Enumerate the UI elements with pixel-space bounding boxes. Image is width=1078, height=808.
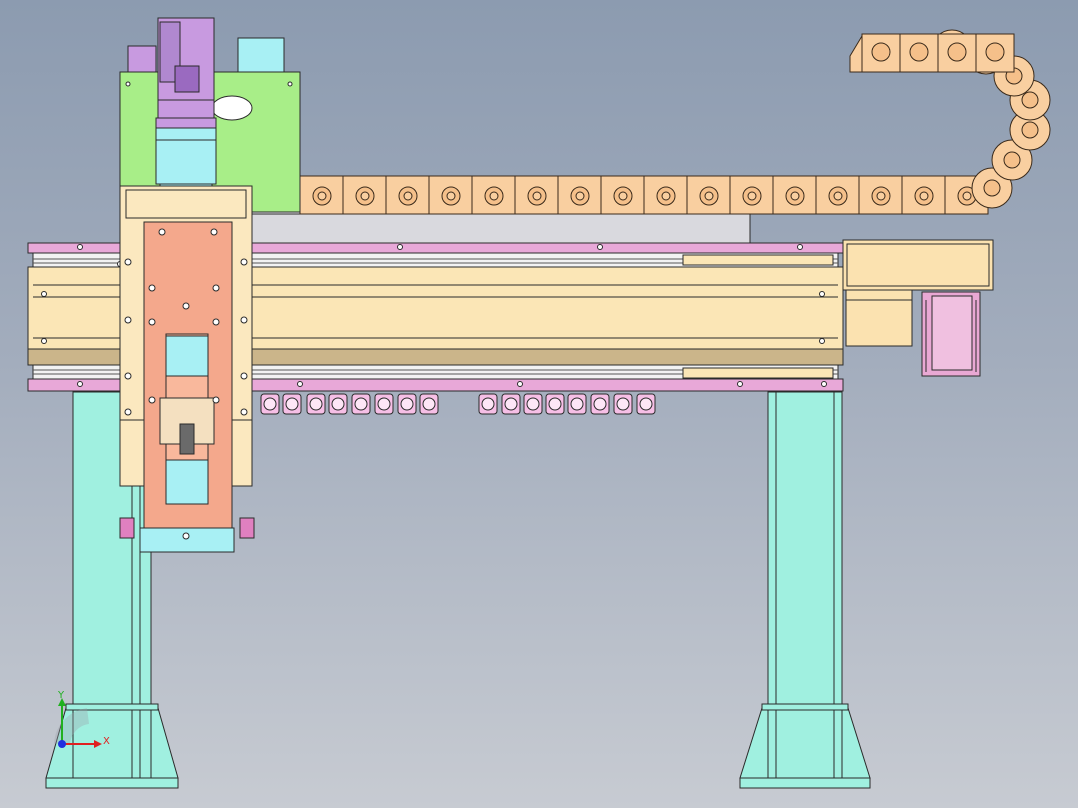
cable-clip [306, 393, 326, 415]
cable-clip [328, 393, 348, 415]
bolt [597, 244, 603, 250]
z-axis-slide-plate[interactable] [143, 221, 233, 533]
chain-link [428, 175, 473, 215]
cable-clip [567, 393, 587, 415]
chain-link [729, 175, 774, 215]
z-axis-dot [58, 740, 66, 748]
bolt [182, 302, 190, 310]
chain-link [772, 175, 817, 215]
bolt [41, 291, 47, 297]
bolt [397, 244, 403, 250]
x-drive-motor[interactable] [921, 291, 981, 377]
cable-clip [590, 393, 610, 415]
chain-link [600, 175, 645, 215]
cable-clip [545, 393, 565, 415]
right-support-column[interactable] [739, 391, 871, 789]
bolt [297, 381, 303, 387]
cable-clip [613, 393, 633, 415]
y-axis-label: Y [57, 690, 65, 701]
bolt [240, 408, 248, 416]
bolt [158, 228, 166, 236]
right-guide-block-bottom[interactable] [682, 367, 834, 379]
chain-link [643, 175, 688, 215]
bolt [797, 244, 803, 250]
chain-link [471, 175, 516, 215]
chain-link [514, 175, 559, 215]
chain-link [861, 33, 901, 73]
chain-link [899, 33, 939, 73]
bolt [124, 258, 132, 266]
chain-link [815, 175, 860, 215]
bolt [124, 316, 132, 324]
bolt [210, 228, 218, 236]
bolt [212, 318, 220, 326]
upper-cover-plate[interactable] [249, 211, 751, 245]
chain-link [557, 175, 602, 215]
bolt [240, 316, 248, 324]
bolt [41, 338, 47, 344]
bolt [148, 318, 156, 326]
chain-link [975, 33, 1015, 73]
bolt [821, 381, 827, 387]
bolt [182, 532, 190, 540]
cable-clip [478, 393, 498, 415]
bolt [240, 258, 248, 266]
chain-link [937, 33, 977, 73]
bolt [212, 284, 220, 292]
chain-link [342, 175, 387, 215]
bolt [124, 408, 132, 416]
cable-clip [501, 393, 521, 415]
x-axis-label: X [103, 736, 110, 747]
bolt [148, 396, 156, 404]
cable-clip [282, 393, 302, 415]
bolt [819, 291, 825, 297]
chain-link [385, 175, 430, 215]
bolt [737, 381, 743, 387]
chain-end-bracket [849, 34, 863, 73]
bolt [212, 396, 220, 404]
chain-link [901, 175, 946, 215]
cable-clip [374, 393, 394, 415]
cable-clip [419, 393, 439, 415]
right-guide-block-top[interactable] [682, 254, 834, 266]
chain-link [299, 175, 344, 215]
bolt [124, 372, 132, 380]
chain-link [686, 175, 731, 215]
cable-clip-row[interactable] [260, 393, 656, 415]
bolt [77, 244, 83, 250]
bolt [240, 372, 248, 380]
cable-clip [260, 393, 280, 415]
bolt [77, 381, 83, 387]
cable-clip [636, 393, 656, 415]
cad-viewport[interactable]: Y X [0, 0, 1078, 808]
chain-link [858, 175, 903, 215]
cable-clip [397, 393, 417, 415]
cable-clip [351, 393, 371, 415]
bolt [148, 284, 156, 292]
bolt [517, 381, 523, 387]
cable-chain[interactable] [299, 29, 1051, 215]
bolt [819, 338, 825, 344]
cable-clip [523, 393, 543, 415]
z-axis-motor[interactable] [155, 17, 217, 129]
